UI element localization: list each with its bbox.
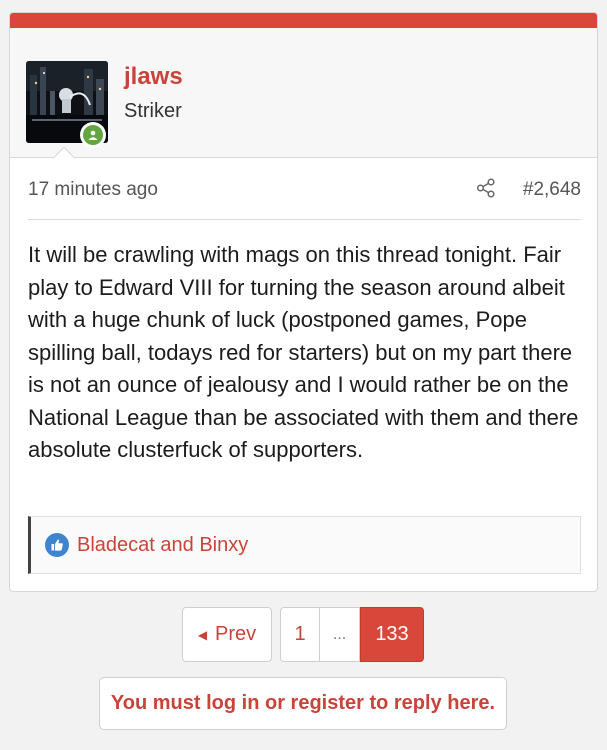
- current-page-link[interactable]: 133: [360, 607, 424, 662]
- page-jump-ellipsis[interactable]: ...: [320, 607, 360, 662]
- thumbs-up-icon: [45, 533, 69, 557]
- online-status-icon: [80, 122, 106, 148]
- reaction-users-link[interactable]: Bladecat and Binxy: [77, 534, 248, 557]
- post-timestamp-link[interactable]: 17 minutes ago: [28, 179, 158, 201]
- share-icon[interactable]: [476, 178, 496, 198]
- reactions-bar[interactable]: Bladecat and Binxy: [28, 516, 581, 574]
- post-accent-bar: [10, 13, 597, 28]
- prev-label: Prev: [215, 623, 257, 645]
- username-link[interactable]: jlaws: [124, 63, 183, 91]
- post-user-block: jlaws Striker: [10, 28, 597, 170]
- pagination: ◀ Prev 1 ... 133: [182, 607, 424, 662]
- post-number-link[interactable]: #2,648: [523, 179, 581, 201]
- user-title: Striker: [124, 100, 182, 122]
- post-meta: 17 minutes ago #2,648: [28, 158, 581, 220]
- post-message: It will be crawling with mags on this th…: [28, 242, 579, 462]
- caret-left-icon: ◀: [197, 627, 208, 642]
- login-register-button[interactable]: You must log in or register to reply her…: [99, 677, 507, 730]
- page-1-link[interactable]: 1: [280, 607, 320, 662]
- post-card: jlaws Striker 17 minutes ago #2,648 It w…: [9, 12, 598, 592]
- prev-page-button[interactable]: ◀ Prev: [182, 607, 272, 662]
